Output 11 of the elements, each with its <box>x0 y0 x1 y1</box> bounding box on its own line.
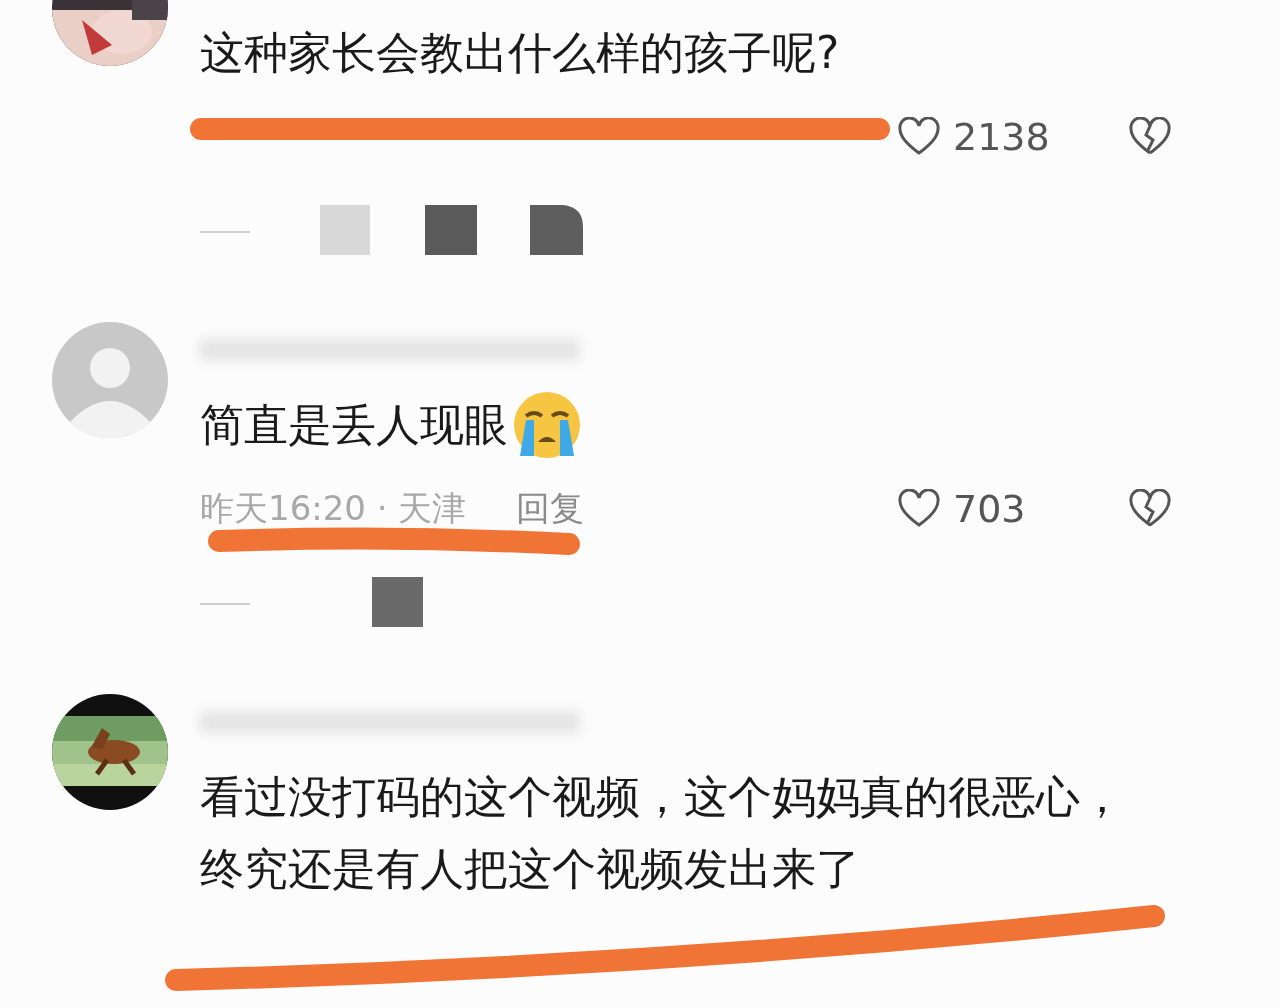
comment-time-location: 昨天16:20 · 天津 <box>200 486 467 530</box>
like-count: 703 <box>953 486 1027 531</box>
heart-icon[interactable] <box>897 116 941 157</box>
reply-link[interactable]: 回复 <box>516 485 585 532</box>
comment-text: 简直是丢人现眼 <box>200 398 508 452</box>
heart-icon[interactable] <box>897 488 941 529</box>
broken-heart-icon[interactable] <box>1128 488 1172 529</box>
broken-heart-icon[interactable] <box>1128 116 1172 157</box>
comment-text: 看过没打码的这个视频，这个妈妈真的很恶心，终究还是有人把这个视频发出来了 <box>200 770 1125 896</box>
crying-face-icon <box>512 390 582 460</box>
comment-text: 这种家长会教出什么样的孩子呢? <box>200 26 841 80</box>
